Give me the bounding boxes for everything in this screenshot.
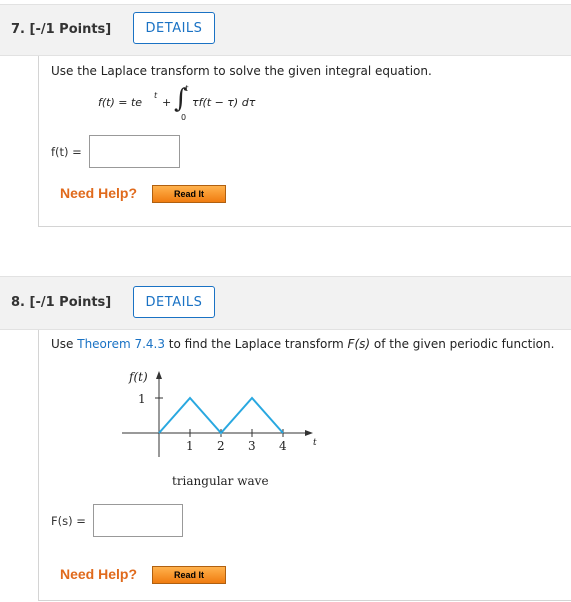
q8-prompt-pre: Use — [51, 337, 78, 351]
q8-prompt-post: to find the Laplace transform — [164, 337, 348, 351]
q7-details-button[interactable]: DETAILS — [133, 12, 215, 44]
q8-prompt-F: F(s) — [347, 337, 371, 351]
triangular-wave-line — [158, 396, 284, 435]
q7-need-help: Need Help? — [60, 185, 138, 201]
x-tick-label-4: 4 — [279, 439, 287, 453]
q7-header: 7. [-/1 Points] DETAILS — [0, 4, 571, 56]
q8-need-help: Need Help? — [60, 566, 138, 582]
q8-title: 8. [-/1 Points] — [11, 295, 111, 310]
q7-title: 7. [-/1 Points] — [11, 22, 111, 37]
y-axis-label: f(t) — [128, 370, 148, 384]
x-tick-label-2: 2 — [217, 439, 225, 453]
x-tick-label-3: 3 — [248, 439, 256, 453]
q7-prompt: Use the Laplace transform to solve the g… — [51, 64, 432, 78]
q7-read-it-label: Read It — [173, 189, 204, 199]
q7-eq-upper: t — [185, 84, 189, 93]
x-axis-arrow — [305, 430, 313, 436]
q8-header: 8. [-/1 Points] DETAILS — [0, 276, 571, 330]
q7-read-it-button[interactable]: Read It — [152, 185, 226, 203]
q7-eq-lhs: f(t) = te — [98, 96, 143, 109]
q7-number: 7. — [11, 22, 25, 37]
triangular-wave-graph: 1 2 3 4 1 f(t) t triangular wave — [122, 370, 317, 488]
q7-eq-plus: + — [162, 96, 172, 109]
q7-points: [-/1 Points] — [29, 22, 112, 37]
x-axis-label: t — [313, 438, 317, 448]
q8-prompt: Use Theorem 7.4.3 to find the Laplace tr… — [51, 337, 554, 351]
q8-number: 8. — [11, 295, 25, 310]
x-tick-label-1: 1 — [186, 439, 194, 453]
q7-eq-integrand: τf(t − τ) dτ — [192, 96, 256, 109]
y-axis-arrow — [156, 371, 162, 379]
q8-answer-label: F(s) = — [51, 514, 86, 528]
graph-caption: triangular wave — [172, 474, 269, 488]
q7-eq-sup: t — [154, 91, 158, 100]
q7-equation: f(t) = te t + ∫ t 0 τf(t − τ) dτ — [98, 84, 298, 126]
q8-read-it-label: Read It — [173, 570, 204, 580]
q8-prompt-end: of the given periodic function. — [370, 337, 555, 351]
q8-answer-field[interactable] — [93, 504, 183, 537]
q8-read-it-button[interactable]: Read It — [152, 566, 226, 584]
q8-points: [-/1 Points] — [29, 295, 112, 310]
q7-answer-field[interactable] — [89, 135, 180, 168]
y-tick-label: 1 — [138, 392, 146, 406]
q7-answer-label: f(t) = — [51, 145, 82, 159]
theorem-link[interactable]: Theorem 7.4.3 — [77, 337, 165, 351]
q7-eq-lower: 0 — [181, 113, 187, 122]
q8-details-button[interactable]: DETAILS — [133, 286, 215, 318]
